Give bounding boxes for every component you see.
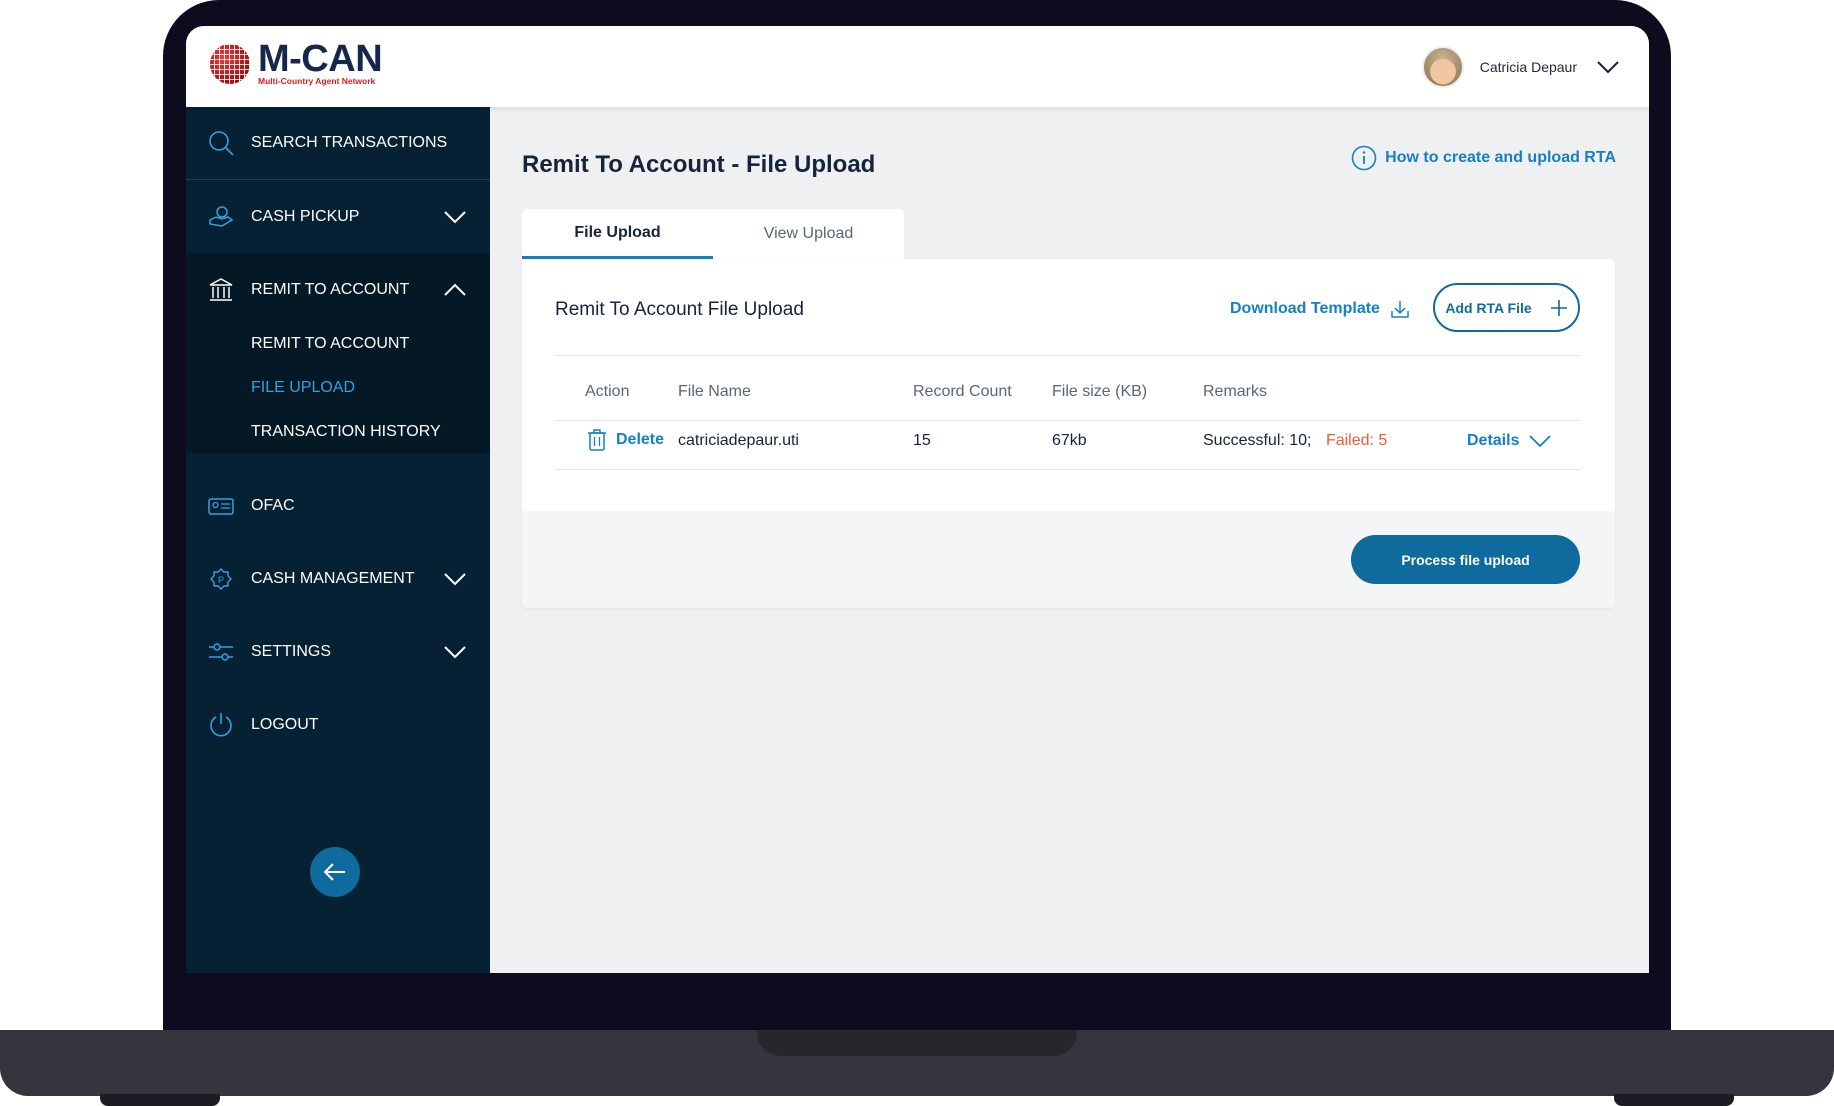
sidebar-item-label: LOGOUT — [251, 715, 319, 733]
tab-bar: File Upload View Upload — [522, 209, 904, 259]
cell-file-size: 67kb — [1052, 432, 1087, 449]
page-title: Remit To Account - File Upload — [522, 151, 876, 178]
process-file-upload-button[interactable]: Process file upload — [1351, 535, 1580, 584]
details-label: Details — [1467, 432, 1520, 449]
divider — [555, 469, 1580, 470]
brand-name: M-CAN — [258, 38, 383, 80]
cash-pickup-icon — [209, 205, 234, 227]
download-icon — [1391, 301, 1409, 318]
sidebar-item-remit-to-account[interactable]: REMIT TO ACCOUNT — [186, 253, 490, 326]
card-footer: Process file upload — [522, 511, 1615, 608]
laptop-foot — [100, 1094, 220, 1106]
column-header-file-name: File Name — [678, 383, 751, 400]
globe-logo-icon — [210, 44, 250, 84]
info-icon — [1351, 145, 1377, 171]
column-header-record-count: Record Count — [913, 383, 1012, 400]
help-link-label: How to create and upload RTA — [1385, 149, 1616, 166]
sidebar-item-label: REMIT TO ACCOUNT — [251, 280, 410, 298]
sidebar-item-ofac[interactable]: OFAC — [186, 469, 490, 542]
power-icon — [210, 712, 232, 736]
sidebar-subitem-file-upload[interactable]: FILE UPLOAD — [251, 379, 355, 397]
remarks-failed: Failed: 5 — [1325, 432, 1388, 449]
column-header-file-size: File size (KB) — [1052, 383, 1148, 400]
settings-sliders-icon — [209, 642, 233, 661]
chevron-down-icon — [1529, 435, 1552, 448]
cash-management-icon: P — [210, 567, 232, 590]
brand-tagline: Multi-Country Agent Network — [258, 76, 376, 86]
sidebar-subitem-remit-to-account[interactable]: REMIT TO ACCOUNT — [251, 335, 409, 353]
app-screen: M-CAN Multi-Country Agent Network Catric… — [186, 26, 1649, 973]
plus-icon — [1550, 299, 1567, 316]
tab-file-upload[interactable]: File Upload — [522, 209, 713, 259]
sidebar-subitem-transaction-history[interactable]: TRANSACTION HISTORY — [251, 423, 441, 441]
sidebar-item-label: CASH PICKUP — [251, 207, 360, 225]
laptop-foot — [1614, 1094, 1734, 1106]
collapse-sidebar-button[interactable] — [310, 847, 360, 897]
user-name: Catricia Depaur — [1479, 59, 1577, 75]
sidebar-item-cash-pickup[interactable]: CASH PICKUP — [186, 180, 490, 253]
sidebar: SEARCH TRANSACTIONS CASH PICKUP REMIT TO… — [186, 107, 490, 973]
user-menu[interactable]: Catricia Depaur — [1421, 46, 1619, 88]
cell-file-name: catriciadepaur.uti — [678, 432, 799, 449]
cell-remarks: Successful: 10; Failed: 5 — [1203, 432, 1387, 450]
download-template-link[interactable]: Download Template — [1230, 299, 1410, 319]
chevron-up-icon — [444, 283, 466, 296]
avatar — [1421, 46, 1464, 88]
sidebar-group-remit-to-account: REMIT TO ACCOUNT REMIT TO ACCOUNT FILE U… — [186, 253, 490, 453]
sidebar-item-label: OFAC — [251, 496, 295, 514]
download-template-label: Download Template — [1230, 300, 1380, 317]
chevron-down-icon — [444, 572, 466, 585]
delete-button[interactable]: Delete — [587, 429, 664, 451]
app-header: M-CAN Multi-Country Agent Network Catric… — [186, 26, 1649, 107]
search-icon — [209, 131, 234, 156]
details-toggle[interactable]: Details — [1467, 432, 1552, 450]
delete-label: Delete — [616, 431, 665, 448]
divider — [555, 355, 1580, 356]
laptop-trackpad-notch — [757, 1030, 1077, 1056]
chevron-down-icon — [444, 210, 466, 223]
column-header-remarks: Remarks — [1203, 383, 1268, 400]
help-link[interactable]: How to create and upload RTA — [1351, 145, 1616, 171]
column-header-action: Action — [585, 383, 630, 400]
tab-view-upload[interactable]: View Upload — [713, 209, 904, 259]
chevron-down-icon[interactable] — [1597, 60, 1619, 74]
add-rta-file-label: Add RTA File — [1445, 299, 1532, 316]
laptop-mockup: M-CAN Multi-Country Agent Network Catric… — [0, 0, 1834, 1106]
file-upload-card: Remit To Account File Upload Download Te… — [522, 259, 1615, 608]
id-card-icon — [208, 497, 234, 515]
bank-icon — [209, 277, 233, 301]
remarks-successful: Successful: 10; — [1203, 432, 1312, 449]
svg-text:P: P — [218, 575, 224, 585]
add-rta-file-button[interactable]: Add RTA File — [1433, 283, 1580, 332]
sidebar-item-search-transactions[interactable]: SEARCH TRANSACTIONS — [186, 107, 490, 180]
trash-icon — [588, 429, 606, 451]
sidebar-item-label: CASH MANAGEMENT — [251, 569, 415, 587]
brand-logo[interactable]: M-CAN Multi-Country Agent Network — [210, 38, 383, 86]
card-title: Remit To Account File Upload — [555, 299, 804, 320]
chevron-down-icon — [444, 645, 466, 658]
sidebar-item-label: SETTINGS — [251, 642, 332, 660]
sidebar-item-settings[interactable]: SETTINGS — [186, 615, 490, 688]
cell-record-count: 15 — [913, 432, 931, 449]
sidebar-item-label: SEARCH TRANSACTIONS — [251, 134, 448, 151]
sidebar-item-cash-management[interactable]: P CASH MANAGEMENT — [186, 542, 490, 615]
main-content: Remit To Account - File Upload How to cr… — [490, 107, 1649, 973]
divider — [555, 420, 1580, 421]
arrow-left-icon — [324, 863, 345, 881]
sidebar-item-logout[interactable]: LOGOUT — [186, 688, 490, 761]
